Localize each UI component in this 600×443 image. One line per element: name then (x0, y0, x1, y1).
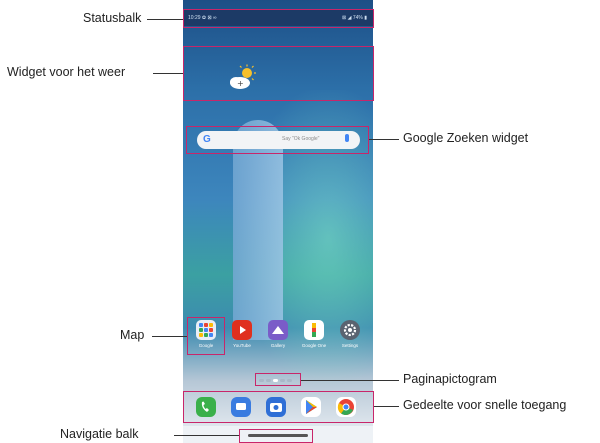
google-one-icon (304, 320, 324, 340)
highlight-navbar (239, 429, 313, 443)
leader-line (374, 406, 399, 407)
app-label: YouTube (233, 343, 251, 348)
highlight-dock (183, 391, 374, 423)
label-page-icon: Paginapictogram (403, 372, 497, 386)
highlight-statusbar (183, 9, 374, 28)
highlight-weather (183, 46, 374, 101)
label-folder: Map (120, 328, 145, 342)
app-label: Gallery (270, 343, 286, 348)
highlight-page-indicator (255, 373, 301, 386)
label-navbar: Navigatie balk (60, 427, 139, 441)
label-statusbar: Statusbalk (83, 11, 142, 25)
app-label: Settings (341, 343, 359, 348)
leader-line (369, 139, 399, 140)
leader-line (301, 380, 399, 381)
highlight-search (186, 126, 369, 154)
leader-line (153, 73, 183, 74)
leader-line (152, 336, 187, 337)
app-label: Google One (301, 343, 327, 348)
leader-line (147, 19, 183, 20)
settings-icon (340, 320, 360, 340)
app-youtube[interactable]: YouTube (229, 320, 255, 348)
label-weather-widget: Widget voor het weer (7, 65, 126, 79)
app-settings[interactable]: Settings (337, 320, 363, 348)
label-quick-access: Gedeelte voor snelle toegang (403, 398, 567, 412)
label-search-widget: Google Zoeken widget (403, 131, 529, 145)
app-gallery[interactable]: Gallery (265, 320, 291, 348)
highlight-folder (187, 317, 225, 355)
gallery-icon (268, 320, 288, 340)
youtube-icon (232, 320, 252, 340)
app-google-one[interactable]: Google One (301, 320, 327, 348)
leader-line (174, 435, 239, 436)
